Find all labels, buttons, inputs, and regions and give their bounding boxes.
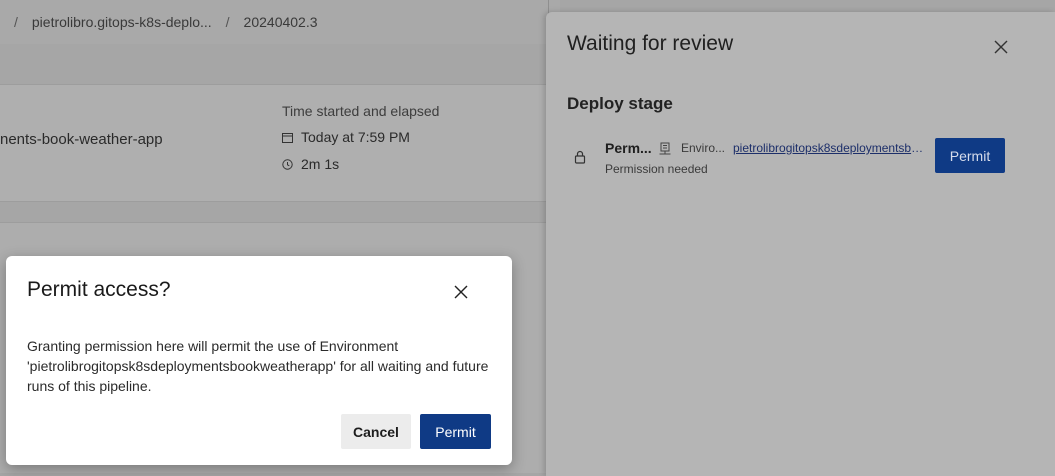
- lock-icon: [574, 150, 586, 164]
- cancel-button[interactable]: Cancel: [341, 414, 411, 449]
- check-name: Perm...: [605, 140, 652, 156]
- close-icon[interactable]: [992, 38, 1010, 56]
- permit-access-dialog: Permit access? Granting permission here …: [6, 256, 512, 465]
- time-label: Time started and elapsed: [282, 103, 440, 119]
- run-summary-card: nents-book-weather-app Time started and …: [0, 84, 546, 202]
- start-time: Today at 7:59 PM: [301, 129, 410, 145]
- close-icon[interactable]: [453, 284, 469, 300]
- environment-link[interactable]: pietrolibrogitopsk8sdeploymentsbookweath…: [733, 141, 925, 155]
- breadcrumb-separator: /: [14, 14, 18, 30]
- elapsed-time: 2m 1s: [301, 156, 340, 172]
- check-type: Enviro...: [681, 141, 726, 155]
- permit-button[interactable]: Permit: [420, 414, 491, 449]
- breadcrumb: / pietrolibro.gitops-k8s-deplo... / 2024…: [0, 0, 560, 44]
- check-status: Permission needed: [605, 162, 708, 176]
- breadcrumb-run[interactable]: 20240402.3: [244, 14, 318, 30]
- environment-name[interactable]: nents-book-weather-app: [0, 131, 163, 148]
- permit-button-panel[interactable]: Permit: [935, 138, 1005, 173]
- clock-icon: [282, 158, 293, 170]
- review-panel: Waiting for review Deploy stage Perm... …: [546, 12, 1055, 476]
- breadcrumb-pipeline[interactable]: pietrolibro.gitops-k8s-deplo...: [32, 14, 212, 30]
- stage-title: Deploy stage: [567, 94, 673, 113]
- elapsed-row: 2m 1s: [282, 156, 339, 172]
- panel-title: Waiting for review: [567, 32, 734, 55]
- dialog-title: Permit access?: [27, 278, 171, 301]
- calendar-icon: [282, 132, 293, 143]
- breadcrumb-separator: /: [225, 14, 230, 30]
- environment-icon: [659, 142, 671, 155]
- dialog-message: Granting permission here will permit the…: [27, 338, 489, 394]
- start-time-row: Today at 7:59 PM: [282, 129, 410, 145]
